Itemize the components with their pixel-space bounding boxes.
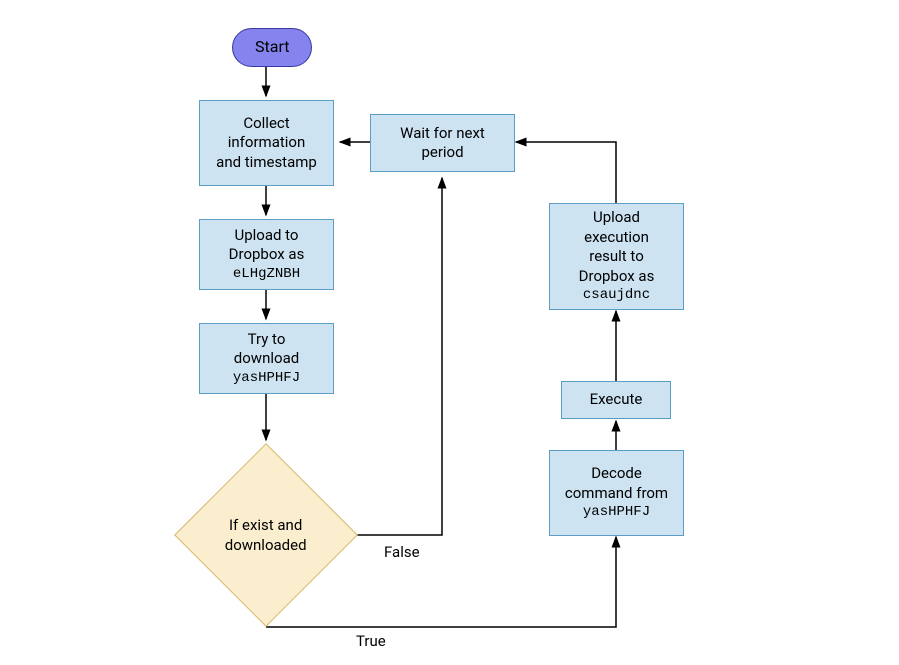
upload1-code: eLHgZNBH [233,265,300,283]
upload1-label: Upload to Dropbox as [214,226,319,265]
decode-code: yasHPHFJ [583,503,650,521]
collect-node: Collect information and timestamp [199,100,334,186]
wait-label: Wait for next period [385,124,500,163]
download-label: Try to download [214,330,319,369]
collect-label: Collect information and timestamp [214,114,319,173]
download-node: Try to download yasHPHFJ [199,323,334,394]
start-node: Start [232,28,312,67]
decision-node: If exist and downloaded [174,443,358,627]
decision-label: If exist and downloaded [202,516,330,555]
flow-arrows [0,0,899,665]
upload2-label: Upload execution result to Dropbox as [564,208,669,286]
upload2-code: csaujdnc [583,286,650,304]
wait-node: Wait for next period [370,114,515,172]
download-code: yasHPHFJ [233,369,300,387]
decode-node: Decode command from yasHPHFJ [549,450,684,536]
upload2-node: Upload execution result to Dropbox as cs… [549,203,684,310]
execute-node: Execute [561,381,671,419]
upload1-node: Upload to Dropbox as eLHgZNBH [199,219,334,290]
true-edge-label: True [356,632,386,650]
decode-label: Decode command from [564,464,669,503]
execute-label: Execute [590,390,643,410]
start-label: Start [255,37,289,56]
false-edge-label: False [384,543,420,561]
